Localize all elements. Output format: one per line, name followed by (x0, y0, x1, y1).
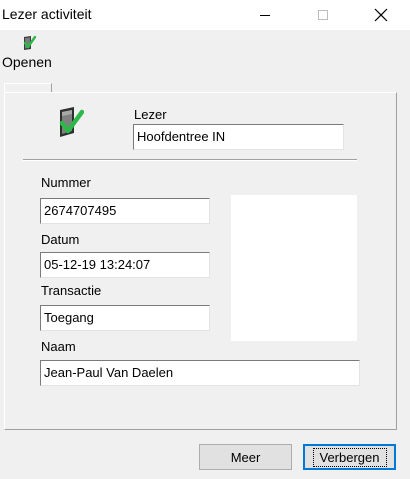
hide-button[interactable]: Verbergen (303, 444, 396, 470)
more-button[interactable]: Meer (199, 444, 292, 470)
reader-field[interactable]: Hoofdentree IN (133, 124, 344, 150)
reader-label: Lezer (134, 107, 167, 122)
more-button-label: Meer (230, 449, 261, 465)
transaction-label: Transactie (41, 283, 102, 298)
minimize-button[interactable] (242, 0, 288, 30)
maximize-button[interactable] (300, 0, 346, 30)
maximize-icon (318, 10, 328, 20)
open-label: Openen (2, 54, 52, 70)
name-field[interactable]: Jean-Paul Van Daelen (40, 360, 360, 386)
number-label: Nummer (41, 175, 91, 190)
separator (23, 159, 357, 161)
close-icon (374, 8, 388, 22)
door-check-icon (56, 106, 85, 141)
date-field[interactable]: 05-12-19 13:24:07 (40, 252, 210, 278)
title-bar: Lezer activiteit (0, 0, 410, 30)
transaction-field[interactable]: Toegang (40, 305, 210, 331)
name-label: Naam (41, 339, 76, 354)
toolbar: Openen (0, 30, 410, 72)
open-button[interactable]: Openen (0, 32, 58, 70)
hide-button-label: Verbergen (312, 447, 387, 467)
window-title: Lezer activiteit (2, 6, 92, 22)
number-field[interactable]: 2674707495 (40, 198, 210, 224)
photo-placeholder (231, 195, 357, 341)
door-check-icon (21, 35, 37, 54)
minimize-icon (260, 15, 270, 16)
close-button[interactable] (358, 0, 404, 30)
date-label: Datum (41, 232, 80, 247)
